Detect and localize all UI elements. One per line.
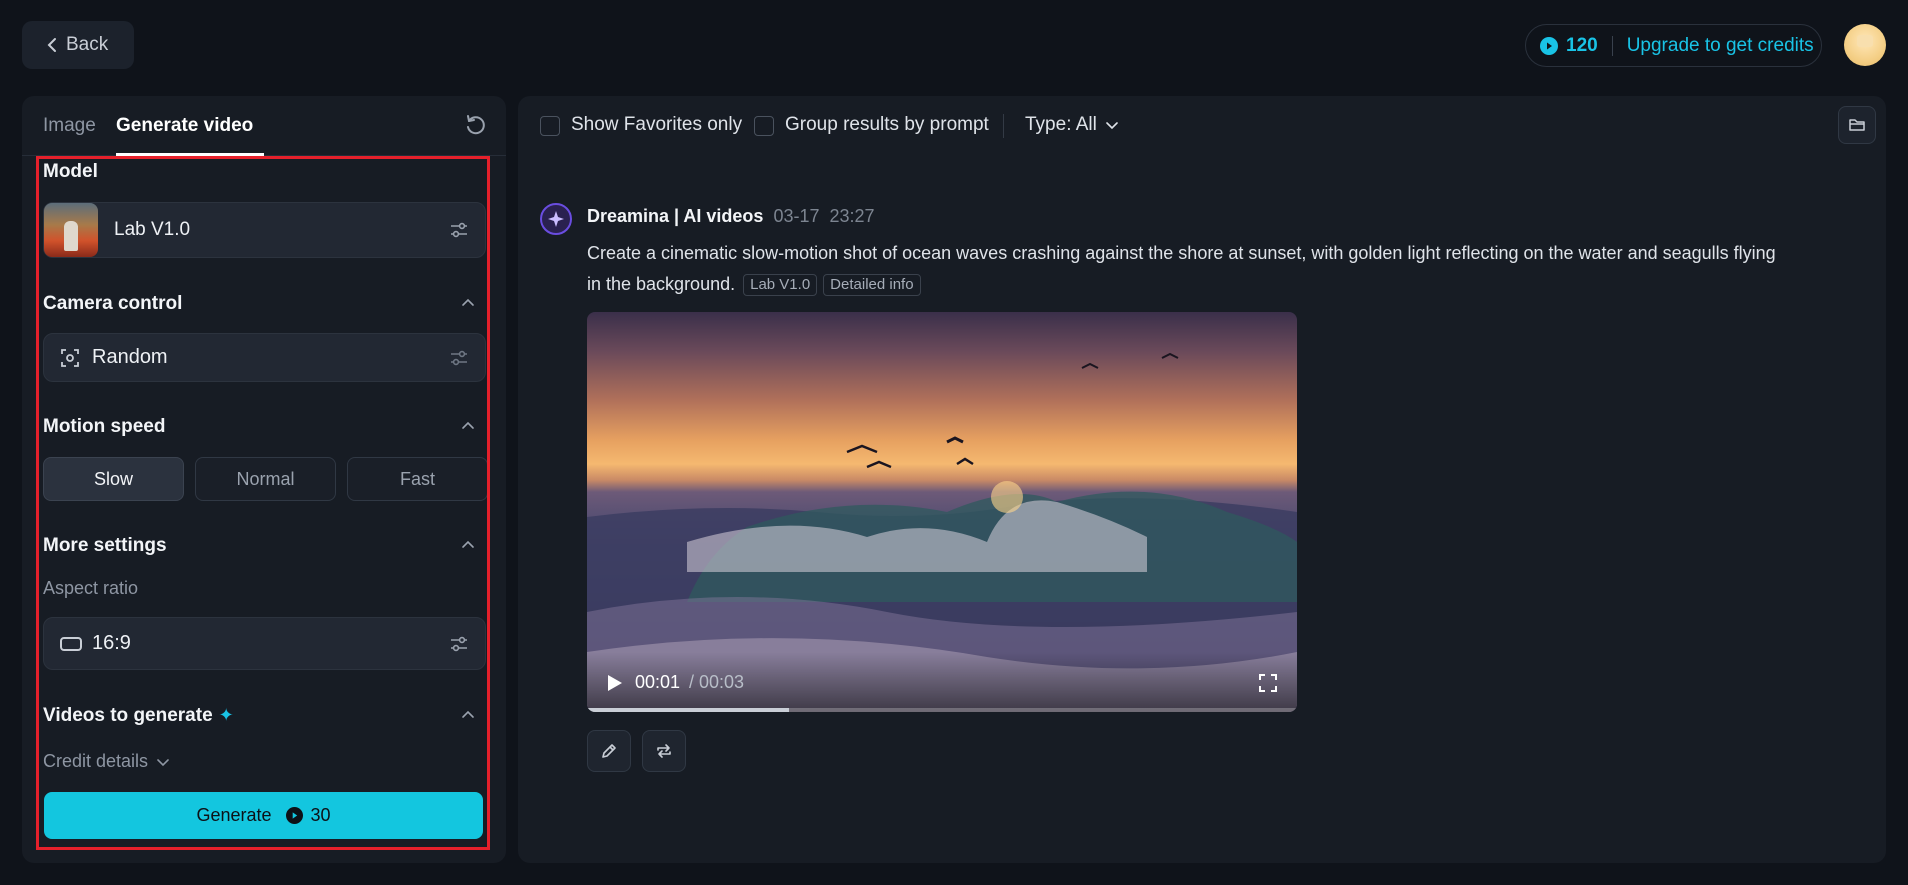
video-player[interactable]: 00:01 / 00:03 [587,312,1297,712]
speed-fast-button[interactable]: Fast [347,457,488,501]
active-tab-indicator [116,153,264,156]
result-meta: Dreamina | AI videos 03-17 23:27 [587,206,875,227]
model-thumbnail [44,203,98,257]
videos-to-generate-section-title: Videos to generate ✦ [43,705,234,727]
credit-details-toggle[interactable]: Credit details [43,751,170,772]
video-progress-fill [587,708,790,712]
chevron-down-icon [1106,122,1118,130]
filter-divider [1003,114,1004,138]
credits-pill[interactable]: 120 Upgrade to get credits [1525,24,1822,67]
model-selector[interactable]: Lab V1.0 [43,202,486,258]
sparkle-star-icon [548,211,564,227]
focus-frame-icon [61,348,79,367]
avatar[interactable] [1844,24,1886,66]
credit-details-label: Credit details [43,751,149,771]
videos-to-generate-label: Videos to generate [43,705,213,726]
chevron-left-icon [47,38,56,52]
generate-button[interactable]: Generate 30 [44,792,483,839]
aspect-ratio-label: Aspect ratio [43,578,139,598]
chevron-up-icon[interactable] [460,418,476,434]
fullscreen-icon[interactable] [1259,674,1277,692]
settings-sliders-icon[interactable] [449,348,469,368]
model-name: Lab V1.0 [114,219,191,240]
aspect-ratio-icon [60,636,82,651]
group-by-prompt-checkbox[interactable] [754,116,774,136]
credit-coin-icon [1540,36,1558,55]
settings-sliders-icon[interactable] [449,634,469,654]
repeat-icon [657,744,671,758]
edit-button[interactable] [587,730,631,772]
video-progress-bar[interactable] [587,708,1297,712]
chevron-up-icon[interactable] [460,295,476,311]
video-current-time: 00:01 [635,672,681,692]
pencil-icon [602,744,616,758]
pill-divider [1611,35,1613,56]
chevron-up-icon[interactable] [460,537,476,553]
chevron-up-icon[interactable] [460,707,476,723]
video-duration: / 00:03 [689,672,745,692]
model-tag[interactable]: Lab V1.0 [743,274,818,296]
regenerate-button[interactable] [642,730,686,772]
camera-control-value: Random [92,346,168,368]
results-panel: Show Favorites only Group results by pro… [518,96,1886,863]
aspect-ratio-selector[interactable]: 16:9 [43,617,486,670]
detailed-info-tag[interactable]: Detailed info [823,274,921,296]
speed-normal-button[interactable]: Normal [195,457,336,501]
folder-button[interactable] [1838,106,1876,144]
video-controls: 00:01 / 00:03 [587,652,1297,712]
model-section-title: Model [43,161,98,182]
play-icon[interactable] [607,674,623,692]
type-filter-label: Type: All [1025,114,1097,135]
sparkle-icon: ✦ [218,705,234,725]
upgrade-link[interactable]: Upgrade to get credits [1627,35,1814,57]
camera-control-section-title: Camera control [43,293,183,314]
tab-bar: Image Generate video [22,96,506,156]
chevron-down-icon [157,758,169,766]
reset-icon[interactable] [463,113,487,137]
favorites-checkbox[interactable] [540,116,560,136]
motion-speed-section-title: Motion speed [43,416,166,437]
generate-label: Generate [196,805,272,825]
filter-bar: Show Favorites only Group results by pro… [518,96,1886,152]
tab-image[interactable]: Image [43,115,96,137]
folder-icon [1849,119,1865,131]
dreamina-avatar [540,203,572,235]
result-source: Dreamina | AI videos [587,206,764,226]
result-date: 03-17 [773,206,820,226]
more-settings-section-title: More settings [43,535,167,556]
settings-sliders-icon[interactable] [449,220,469,240]
result-prompt: Create a cinematic slow-motion shot of o… [587,238,1787,300]
tab-generate-video[interactable]: Generate video [116,115,253,137]
group-by-prompt-label[interactable]: Group results by prompt [785,114,989,136]
type-filter-dropdown[interactable]: Type: All [1025,114,1119,136]
generate-cost: 30 [310,805,331,825]
favorites-label[interactable]: Show Favorites only [571,114,742,136]
back-label: Back [66,34,109,55]
credit-count: 120 [1566,34,1598,56]
speed-slow-button[interactable]: Slow [43,457,184,501]
aspect-ratio-value: 16:9 [92,632,131,654]
credit-coin-icon [285,807,303,824]
result-time: 23:27 [829,206,875,226]
camera-control-selector[interactable]: Random [43,333,486,382]
back-button[interactable]: Back [22,21,134,69]
